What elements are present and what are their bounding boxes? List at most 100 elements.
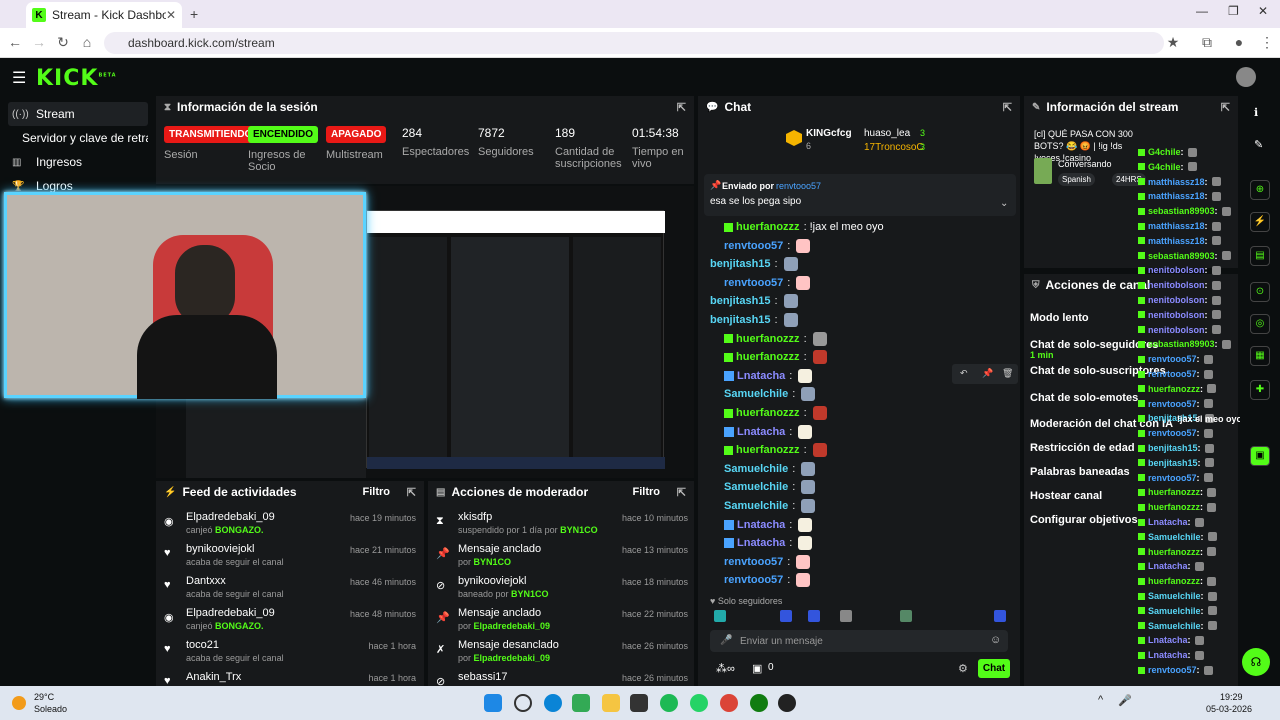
chat-username[interactable]: renvtooo57	[724, 574, 783, 586]
hamburger-icon[interactable]: ☰	[12, 68, 26, 88]
channel-action-item[interactable]: Chat de solo-emotes	[1030, 392, 1138, 404]
chat-message[interactable]: benjitash15:	[710, 312, 798, 328]
chat-message[interactable]: Lnatacha:	[724, 368, 813, 384]
chat-message[interactable]: renvtooo57:	[724, 238, 811, 254]
app-icon[interactable]	[630, 694, 648, 712]
close-window-icon[interactable]: ✕	[1258, 4, 1268, 18]
chat-username[interactable]: Lnatacha	[737, 537, 785, 549]
chat-username[interactable]: Lnatacha	[737, 519, 785, 531]
chat-username[interactable]: Samuelchile	[724, 463, 788, 475]
pencil-icon[interactable]: ✎	[1254, 138, 1263, 151]
chat-message[interactable]: Lnatacha:	[724, 535, 813, 551]
chat-username[interactable]: huerfanozzz	[736, 407, 800, 419]
settings-gear-icon[interactable]: ⚙	[958, 662, 968, 675]
top-gifter-1[interactable]: KINGcfcg	[806, 128, 852, 139]
chat-username[interactable]: benjitash15	[710, 295, 771, 307]
minimize-icon[interactable]: —	[1196, 4, 1208, 18]
chat-input[interactable]: 🎤 Enviar un mensaje ☺	[710, 630, 1008, 652]
profile-icon[interactable]: ●	[1230, 34, 1248, 50]
folder-icon[interactable]	[602, 694, 620, 712]
browser-tab[interactable]: K Stream - Kick Dashboard ✕	[26, 2, 182, 28]
chat-message[interactable]: huerfanozzz:	[724, 331, 827, 347]
pin-icon[interactable]: 📌	[982, 368, 993, 379]
gift-icon[interactable]: ▣	[752, 662, 762, 675]
chat-message[interactable]: benjitash15:	[710, 256, 798, 272]
extensions-icon[interactable]: ⧉	[1198, 34, 1216, 51]
list-item[interactable]: ⊘ bynikooviejokl baneado por BYN1CO hace 18…	[428, 575, 694, 607]
send-chat-button[interactable]: Chat	[978, 659, 1010, 678]
chat-message[interactable]: Samuelchile:	[724, 386, 816, 402]
rail-btn-1[interactable]: ⊕	[1250, 180, 1270, 200]
top-gifter-3[interactable]: 17TroncosoC	[864, 142, 924, 153]
new-tab-icon[interactable]: +	[190, 6, 198, 22]
chat-username[interactable]: Lnatacha	[737, 370, 785, 382]
chat-message[interactable]: benjitash15:	[710, 293, 798, 309]
reload-icon[interactable]: ↻	[54, 34, 72, 51]
forward-icon[interactable]: →	[30, 34, 48, 50]
chat-message[interactable]: Lnatacha:	[724, 517, 813, 533]
list-item[interactable]: ♥ toco21 acaba de seguir el canal hace 1 ho…	[156, 639, 424, 671]
chat-message[interactable]: huerfanozzz: !jax el meo oyo	[724, 219, 884, 235]
sidebar-item-server[interactable]: Servidor y clave de retransm	[8, 126, 148, 150]
chat-message[interactable]: huerfanozzz:	[724, 405, 827, 421]
kick-logo[interactable]: KICKBETA	[36, 66, 117, 91]
top-gifter-2[interactable]: huaso_lea	[864, 128, 910, 139]
chat-username[interactable]: renvtooo57	[724, 277, 783, 289]
chat-message[interactable]: Samuelchile:	[724, 498, 816, 514]
chat-message[interactable]: Samuelchile:	[724, 479, 816, 495]
chrome-icon[interactable]	[720, 694, 738, 712]
channel-action-item[interactable]: Palabras baneadas	[1030, 466, 1130, 478]
xbox-icon[interactable]	[750, 694, 768, 712]
rail-btn-2[interactable]: ⚡	[1250, 212, 1270, 232]
home-icon[interactable]: ⌂	[78, 34, 96, 50]
list-item[interactable]: ♥ bynikooviejokl acaba de seguir el canal h…	[156, 543, 424, 575]
chat-message[interactable]: renvtooo57:	[724, 275, 811, 291]
list-item[interactable]: ♥ Anakin_Trx hace 1 hora	[156, 671, 424, 686]
chat-message[interactable]: huerfanozzz:	[724, 349, 827, 365]
chat-message[interactable]: Lnatacha:	[724, 424, 813, 440]
close-tab-icon[interactable]: ✕	[166, 8, 176, 22]
tray-chevron-icon[interactable]: ^	[1098, 694, 1103, 706]
list-item[interactable]: 📌 Mensaje anclado por Elpadredebaki_09 hace…	[428, 607, 694, 639]
rail-btn-6[interactable]: ▦	[1250, 346, 1270, 366]
list-item[interactable]: ♥ Dantxxx acaba de seguir el canal hace 46 …	[156, 575, 424, 607]
popout-icon[interactable]: ⇱	[677, 486, 686, 499]
chat-username[interactable]: Samuelchile	[724, 481, 788, 493]
chat-username[interactable]: renvtooo57	[724, 556, 783, 568]
chat-username[interactable]: huerfanozzz	[736, 444, 800, 456]
channel-action-item[interactable]: Hostear canal	[1030, 490, 1102, 502]
rail-btn-7[interactable]: ✚	[1250, 380, 1270, 400]
chat-username[interactable]: huerfanozzz	[736, 333, 800, 345]
menu-dots-icon[interactable]: ⋮	[1258, 34, 1276, 51]
chat-username[interactable]: huerfanozzz	[736, 221, 800, 233]
chat-username[interactable]: benjitash15	[710, 314, 771, 326]
list-item[interactable]: 📌 Mensaje anclado por BYN1CO hace 13 minuto…	[428, 543, 694, 575]
chat-username[interactable]: huerfanozzz	[736, 351, 800, 363]
chevron-down-icon[interactable]: ⌄	[1000, 198, 1008, 209]
chat-username[interactable]: benjitash15	[710, 258, 771, 270]
chat-username[interactable]: renvtooo57	[724, 240, 783, 252]
rail-btn-5[interactable]: ◎	[1250, 314, 1270, 334]
channel-action-item[interactable]: Configurar objetivos	[1030, 514, 1138, 526]
filter-button[interactable]: Filtro	[633, 486, 661, 498]
store-icon[interactable]	[572, 694, 590, 712]
emoji-icon[interactable]: ☺	[990, 634, 1001, 646]
chat-username[interactable]: Samuelchile	[724, 500, 788, 512]
bookmark-star-icon[interactable]: ★	[1164, 34, 1182, 51]
address-bar[interactable]: dashboard.kick.com/stream	[104, 32, 1164, 54]
chat-message[interactable]: Samuelchile:	[724, 461, 816, 477]
popout-icon[interactable]: ⇱	[1221, 101, 1230, 114]
channel-action-item[interactable]: Modo lento	[1030, 312, 1089, 324]
popout-icon[interactable]: ⇱	[407, 486, 416, 499]
channel-action-item[interactable]: Restricción de edad	[1030, 442, 1135, 454]
chat-message[interactable]: renvtooo57:	[724, 572, 811, 588]
user-avatar[interactable]	[1236, 67, 1256, 87]
rail-btn-3[interactable]: ▤	[1250, 246, 1270, 266]
rail-btn-4[interactable]: ⊙	[1250, 282, 1270, 302]
sidebar-item-ingresos[interactable]: ▥ Ingresos	[8, 150, 148, 174]
help-icon[interactable]: ☊	[1242, 648, 1270, 676]
maximize-icon[interactable]: ❐	[1228, 4, 1239, 18]
obs-icon[interactable]	[778, 694, 796, 712]
popout-icon[interactable]: ⇱	[1003, 101, 1012, 114]
info-icon[interactable]: ℹ	[1254, 106, 1258, 119]
